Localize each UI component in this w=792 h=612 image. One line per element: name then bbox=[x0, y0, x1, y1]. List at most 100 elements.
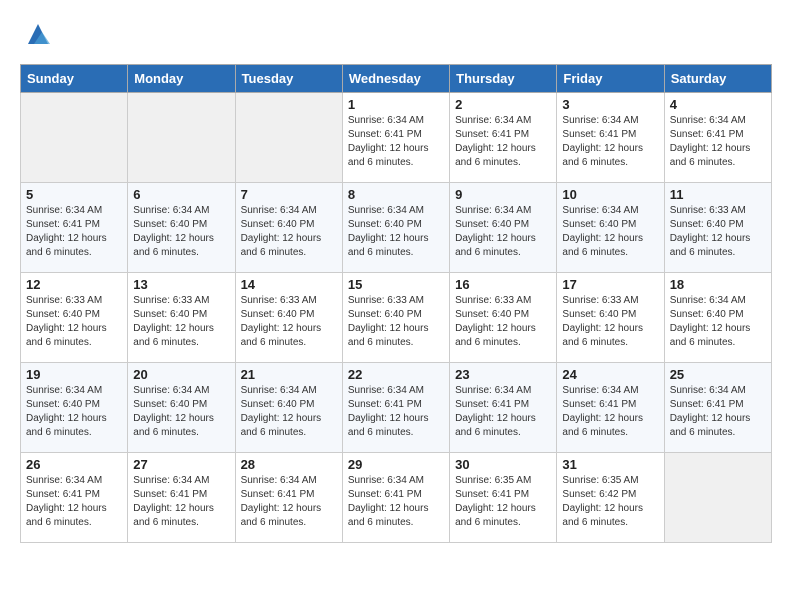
cell-info: Sunrise: 6:34 AMSunset: 6:41 PMDaylight:… bbox=[348, 384, 444, 440]
cell-info: Sunrise: 6:34 AMSunset: 6:40 PMDaylight:… bbox=[241, 204, 337, 260]
day-number: 29 bbox=[348, 457, 444, 472]
cell-info: Sunrise: 6:33 AMSunset: 6:40 PMDaylight:… bbox=[562, 294, 658, 350]
cell-info: Sunrise: 6:35 AMSunset: 6:41 PMDaylight:… bbox=[455, 474, 551, 530]
day-number: 25 bbox=[670, 367, 766, 382]
calendar-cell: 21 Sunrise: 6:34 AMSunset: 6:40 PMDayligh… bbox=[235, 363, 342, 453]
cell-info: Sunrise: 6:35 AMSunset: 6:42 PMDaylight:… bbox=[562, 474, 658, 530]
day-number: 15 bbox=[348, 277, 444, 292]
cell-info: Sunrise: 6:33 AMSunset: 6:40 PMDaylight:… bbox=[348, 294, 444, 350]
day-number: 1 bbox=[348, 97, 444, 112]
day-number: 9 bbox=[455, 187, 551, 202]
day-header-sunday: Sunday bbox=[21, 65, 128, 93]
day-header-friday: Friday bbox=[557, 65, 664, 93]
calendar-cell bbox=[235, 93, 342, 183]
day-number: 16 bbox=[455, 277, 551, 292]
cell-info: Sunrise: 6:34 AMSunset: 6:40 PMDaylight:… bbox=[26, 384, 122, 440]
calendar-cell: 29 Sunrise: 6:34 AMSunset: 6:41 PMDayligh… bbox=[342, 453, 449, 543]
day-number: 11 bbox=[670, 187, 766, 202]
calendar-cell: 11Sunrise: 6:33 AMSunset: 6:40 PMDayligh… bbox=[664, 183, 771, 273]
calendar-cell: 2Sunrise: 6:34 AMSunset: 6:41 PMDaylight… bbox=[450, 93, 557, 183]
day-header-wednesday: Wednesday bbox=[342, 65, 449, 93]
cell-info: Sunrise: 6:34 AMSunset: 6:40 PMDaylight:… bbox=[348, 204, 444, 260]
day-header-monday: Monday bbox=[128, 65, 235, 93]
cell-info: Sunrise: 6:34 AMSunset: 6:40 PMDaylight:… bbox=[455, 204, 551, 260]
day-number: 13 bbox=[133, 277, 229, 292]
day-number: 4 bbox=[670, 97, 766, 112]
calendar-cell: 16 Sunrise: 6:33 AMSunset: 6:40 PMDayligh… bbox=[450, 273, 557, 363]
calendar-cell: 13 Sunrise: 6:33 AMSunset: 6:40 PMDayligh… bbox=[128, 273, 235, 363]
day-number: 5 bbox=[26, 187, 122, 202]
day-number: 24 bbox=[562, 367, 658, 382]
calendar-cell: 20 Sunrise: 6:34 AMSunset: 6:40 PMDayligh… bbox=[128, 363, 235, 453]
cell-info: Sunrise: 6:34 AMSunset: 6:41 PMDaylight:… bbox=[670, 114, 766, 170]
cell-info: Sunrise: 6:34 AMSunset: 6:41 PMDaylight:… bbox=[241, 474, 337, 530]
calendar-cell: 26Sunrise: 6:34 AMSunset: 6:41 PMDayligh… bbox=[21, 453, 128, 543]
cell-info: Sunrise: 6:34 AMSunset: 6:40 PMDaylight:… bbox=[241, 384, 337, 440]
cell-info: Sunrise: 6:34 AMSunset: 6:41 PMDaylight:… bbox=[348, 114, 444, 170]
cell-info: Sunrise: 6:34 AMSunset: 6:40 PMDaylight:… bbox=[670, 294, 766, 350]
page-header bbox=[20, 20, 772, 48]
day-number: 10 bbox=[562, 187, 658, 202]
day-number: 23 bbox=[455, 367, 551, 382]
day-number: 19 bbox=[26, 367, 122, 382]
calendar-cell: 27 Sunrise: 6:34 AMSunset: 6:41 PMDayligh… bbox=[128, 453, 235, 543]
calendar-cell: 24Sunrise: 6:34 AMSunset: 6:41 PMDayligh… bbox=[557, 363, 664, 453]
week-row-5: 26 Sunrise: 6:34 AMSunset: 6:41 PMDayligh… bbox=[21, 453, 772, 543]
header-row: SundayMondayTuesdayWednesdayThursdayFrid… bbox=[21, 65, 772, 93]
day-number: 14 bbox=[241, 277, 337, 292]
week-row-4: 19 Sunrise: 6:34 AMSunset: 6:40 PMDayligh… bbox=[21, 363, 772, 453]
day-number: 28 bbox=[241, 457, 337, 472]
calendar-cell: 30 Sunrise: 6:35 AMSunset: 6:41 PMDayligh… bbox=[450, 453, 557, 543]
cell-info: Sunrise: 6:33 AMSunset: 6:40 PMDaylight:… bbox=[133, 294, 229, 350]
calendar-cell: 17 Sunrise: 6:33 AMSunset: 6:40 PMDayligh… bbox=[557, 273, 664, 363]
cell-info: Sunrise: 6:34 AMSunset: 6:41 PMDaylight:… bbox=[348, 474, 444, 530]
calendar-cell: 1 Sunrise: 6:34 AMSunset: 6:41 PMDaylight… bbox=[342, 93, 449, 183]
logo-icon bbox=[24, 20, 52, 48]
calendar-cell: 28 Sunrise: 6:34 AMSunset: 6:41 PMDayligh… bbox=[235, 453, 342, 543]
calendar-cell: 3 Sunrise: 6:34 AMSunset: 6:41 PMDaylight… bbox=[557, 93, 664, 183]
calendar-cell: 15 Sunrise: 6:33 AMSunset: 6:40 PMDayligh… bbox=[342, 273, 449, 363]
day-number: 31 bbox=[562, 457, 658, 472]
day-number: 26 bbox=[26, 457, 122, 472]
calendar-cell: 18Sunrise: 6:34 AMSunset: 6:40 PMDayligh… bbox=[664, 273, 771, 363]
calendar-cell: 23 Sunrise: 6:34 AMSunset: 6:41 PMDayligh… bbox=[450, 363, 557, 453]
calendar-cell: 19 Sunrise: 6:34 AMSunset: 6:40 PMDayligh… bbox=[21, 363, 128, 453]
calendar-cell: 5 Sunrise: 6:34 AMSunset: 6:41 PMDaylight… bbox=[21, 183, 128, 273]
day-number: 30 bbox=[455, 457, 551, 472]
week-row-1: 1 Sunrise: 6:34 AMSunset: 6:41 PMDaylight… bbox=[21, 93, 772, 183]
cell-info: Sunrise: 6:34 AMSunset: 6:41 PMDaylight:… bbox=[26, 204, 122, 260]
calendar-cell bbox=[21, 93, 128, 183]
calendar-cell: 12Sunrise: 6:33 AMSunset: 6:40 PMDayligh… bbox=[21, 273, 128, 363]
cell-info: Sunrise: 6:34 AMSunset: 6:41 PMDaylight:… bbox=[133, 474, 229, 530]
day-number: 8 bbox=[348, 187, 444, 202]
day-number: 21 bbox=[241, 367, 337, 382]
cell-info: Sunrise: 6:34 AMSunset: 6:41 PMDaylight:… bbox=[455, 384, 551, 440]
day-number: 6 bbox=[133, 187, 229, 202]
cell-info: Sunrise: 6:33 AMSunset: 6:40 PMDaylight:… bbox=[455, 294, 551, 350]
calendar-cell: 22 Sunrise: 6:34 AMSunset: 6:41 PMDayligh… bbox=[342, 363, 449, 453]
day-header-tuesday: Tuesday bbox=[235, 65, 342, 93]
week-row-2: 5 Sunrise: 6:34 AMSunset: 6:41 PMDaylight… bbox=[21, 183, 772, 273]
calendar-cell: 25Sunrise: 6:34 AMSunset: 6:41 PMDayligh… bbox=[664, 363, 771, 453]
week-row-3: 12Sunrise: 6:33 AMSunset: 6:40 PMDayligh… bbox=[21, 273, 772, 363]
calendar-cell: 14Sunrise: 6:33 AMSunset: 6:40 PMDayligh… bbox=[235, 273, 342, 363]
cell-info: Sunrise: 6:34 AMSunset: 6:40 PMDaylight:… bbox=[133, 384, 229, 440]
cell-info: Sunrise: 6:34 AMSunset: 6:41 PMDaylight:… bbox=[562, 114, 658, 170]
calendar-table: SundayMondayTuesdayWednesdayThursdayFrid… bbox=[20, 64, 772, 543]
day-number: 17 bbox=[562, 277, 658, 292]
logo bbox=[20, 20, 52, 48]
calendar-cell: 4 Sunrise: 6:34 AMSunset: 6:41 PMDaylight… bbox=[664, 93, 771, 183]
cell-info: Sunrise: 6:34 AMSunset: 6:40 PMDaylight:… bbox=[562, 204, 658, 260]
day-number: 22 bbox=[348, 367, 444, 382]
day-number: 27 bbox=[133, 457, 229, 472]
calendar-cell: 9 Sunrise: 6:34 AMSunset: 6:40 PMDaylight… bbox=[450, 183, 557, 273]
cell-info: Sunrise: 6:33 AMSunset: 6:40 PMDaylight:… bbox=[26, 294, 122, 350]
day-number: 7 bbox=[241, 187, 337, 202]
day-number: 3 bbox=[562, 97, 658, 112]
day-header-thursday: Thursday bbox=[450, 65, 557, 93]
day-header-saturday: Saturday bbox=[664, 65, 771, 93]
day-number: 20 bbox=[133, 367, 229, 382]
cell-info: Sunrise: 6:34 AMSunset: 6:41 PMDaylight:… bbox=[455, 114, 551, 170]
calendar-cell bbox=[128, 93, 235, 183]
cell-info: Sunrise: 6:34 AMSunset: 6:40 PMDaylight:… bbox=[133, 204, 229, 260]
